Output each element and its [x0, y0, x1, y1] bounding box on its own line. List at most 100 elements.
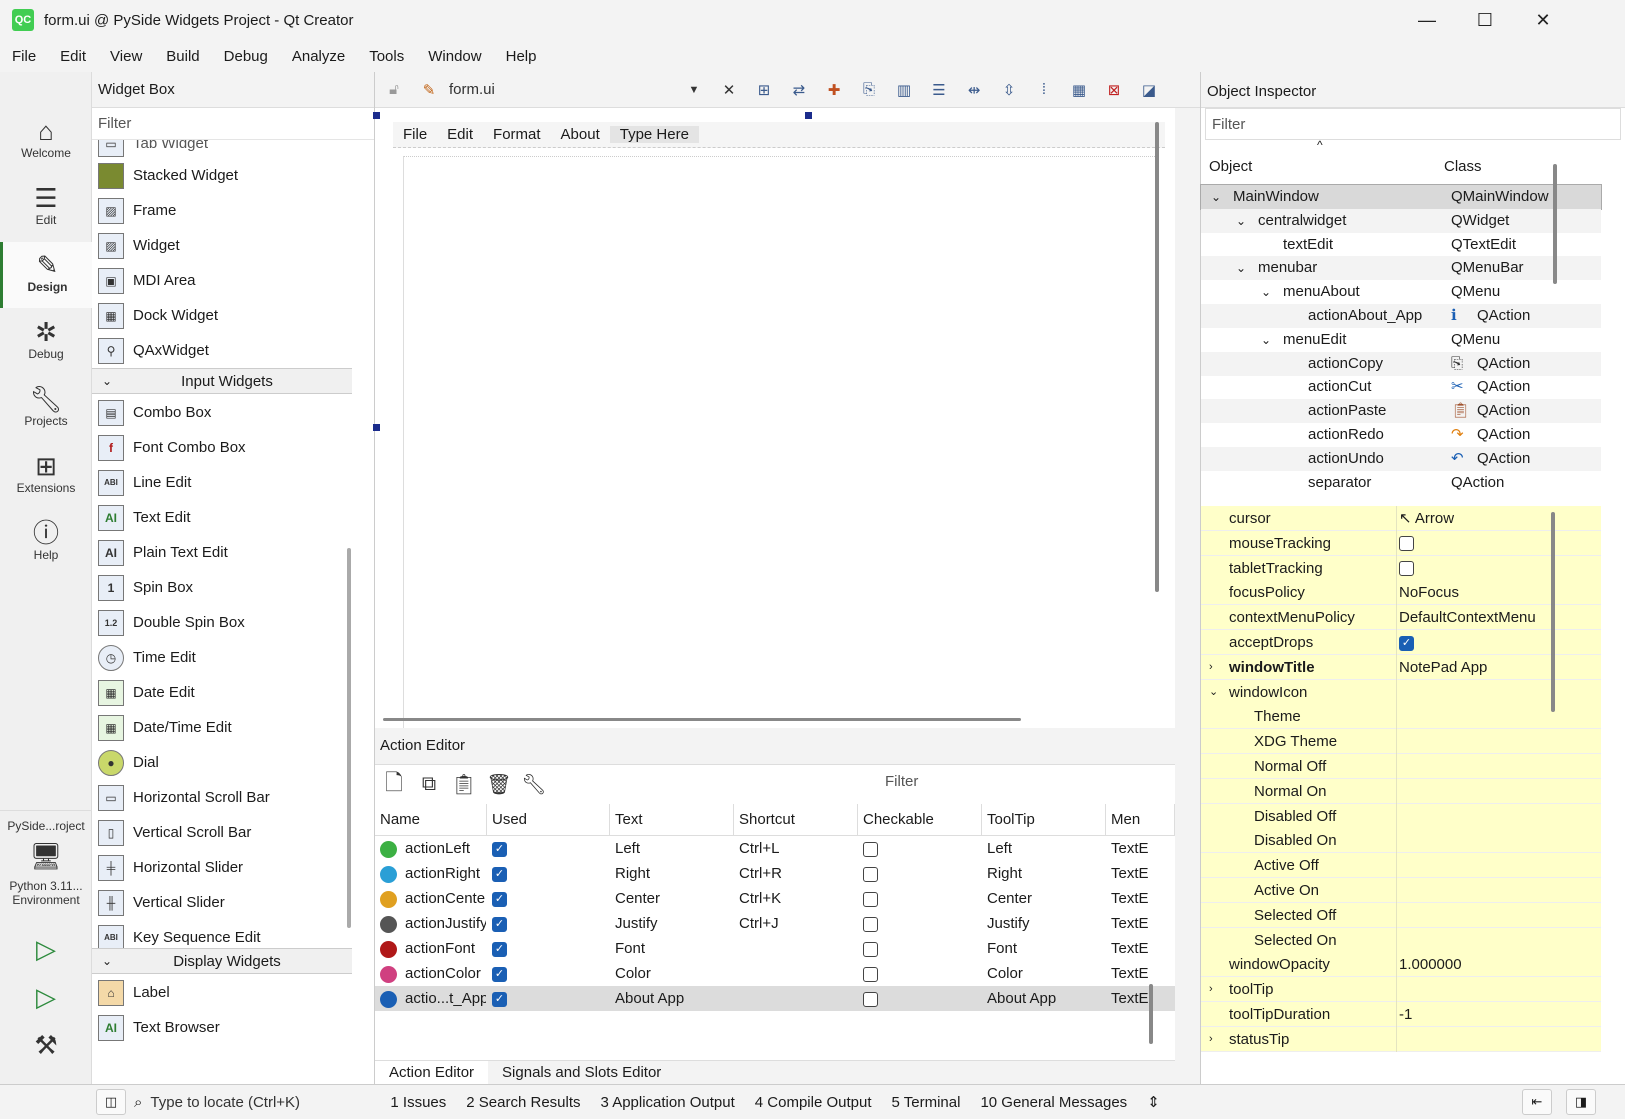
property-value[interactable] [1396, 630, 1606, 655]
action-editor-filter-input[interactable]: Filter [885, 773, 918, 790]
property-value[interactable] [1396, 530, 1606, 556]
object-tree-scrollbar[interactable] [1553, 164, 1557, 284]
menu-file[interactable]: File [0, 48, 48, 65]
object-tree-row[interactable]: actionCopy ⎘ QAction [1201, 351, 1601, 376]
column-header-tooltip[interactable]: ToolTip [982, 804, 1106, 836]
object-tree-row[interactable]: ⌄ menuAbout QMenu [1201, 280, 1601, 304]
chevron-down-icon[interactable]: ⌄ [1236, 209, 1246, 233]
chevron-down-icon[interactable]: ▼ [679, 76, 709, 104]
property-row[interactable]: XDG Theme [1201, 729, 1601, 755]
form-editor-canvas[interactable]: File Edit Format About Type Here [373, 108, 1175, 728]
property-row[interactable]: windowOpacity 1.000000 [1201, 952, 1601, 978]
checkable-checkbox[interactable] [863, 866, 878, 882]
menu-analyze[interactable]: Analyze [280, 48, 357, 65]
selection-handle[interactable] [805, 112, 812, 119]
mode-edit[interactable]: ☰ Edit [0, 183, 92, 245]
form-menu-file[interactable]: File [393, 126, 437, 143]
column-header-checkable[interactable]: Checkable [858, 804, 982, 836]
close-document-button[interactable]: ✕ [714, 76, 744, 104]
widget-item-plain-text-edit[interactable]: AI Plain Text Edit [98, 535, 228, 570]
property-value[interactable]: NotePad App [1396, 654, 1606, 680]
debug-run-button[interactable]: ▷ [0, 982, 92, 1018]
open-document-combo[interactable]: form.ui [449, 81, 679, 98]
layout-form-icon[interactable]: ⁞ [1029, 76, 1059, 104]
column-header-used[interactable]: Used [487, 804, 610, 836]
property-row[interactable]: Normal On [1201, 778, 1601, 804]
object-tree-row[interactable]: ⌄ menuEdit QMenu [1201, 328, 1601, 352]
new-action-icon[interactable]: 🗋︎ [379, 770, 409, 799]
pane-search-results[interactable]: 2 Search Results [466, 1094, 580, 1111]
property-row[interactable]: toolTipDuration -1 [1201, 1002, 1601, 1027]
property-value[interactable] [1396, 803, 1606, 829]
form-horizontal-scrollbar[interactable] [383, 718, 1021, 721]
widget-item-line-edit[interactable]: ABI Line Edit [98, 465, 191, 500]
chevron-down-icon[interactable]: ⌄ [1209, 680, 1218, 705]
property-value[interactable] [1396, 1026, 1606, 1052]
property-row[interactable]: Disabled Off [1201, 803, 1601, 829]
property-value[interactable]: -1 [1396, 1002, 1606, 1027]
pane-compile-output[interactable]: 4 Compile Output [755, 1094, 872, 1111]
chevron-right-icon[interactable]: › [1209, 977, 1213, 1002]
property-checkbox[interactable] [1399, 561, 1414, 577]
property-value[interactable] [1396, 704, 1606, 730]
widget-item-qaxwidget[interactable]: ⚲ QAxWidget [98, 333, 209, 368]
column-header-menu[interactable]: Men [1106, 804, 1175, 836]
property-row[interactable]: Active Off [1201, 853, 1601, 879]
form-menu-edit[interactable]: Edit [437, 126, 483, 143]
property-row[interactable]: cursor ↖ Arrow [1201, 506, 1601, 531]
property-value[interactable] [1396, 878, 1606, 903]
property-value[interactable] [1396, 679, 1606, 705]
category-input-widgets[interactable]: ⌄ Input Widgets [92, 368, 352, 394]
chevron-right-icon[interactable]: › [1209, 655, 1213, 680]
object-tree-row[interactable]: actionAbout_App ℹ QAction [1201, 304, 1601, 328]
action-row[interactable]: actionFont Font Font TextE [375, 936, 1175, 961]
layout-h-splitter-icon[interactable]: ⇹ [959, 76, 989, 104]
selection-handle[interactable] [373, 424, 380, 431]
object-tree-row[interactable]: actionRedo ↷ QAction [1201, 423, 1601, 447]
checkable-checkbox[interactable] [863, 941, 878, 957]
selection-handle[interactable] [373, 112, 380, 119]
property-row[interactable]: Selected On [1201, 927, 1601, 953]
mode-debug[interactable]: ✲ Debug [0, 317, 92, 379]
checkable-checkbox[interactable] [863, 991, 878, 1007]
action-table-scrollbar[interactable] [1149, 984, 1153, 1044]
mode-projects[interactable]: 🔧︎ Projects [0, 384, 92, 446]
chevron-down-icon[interactable]: ⌄ [1236, 256, 1246, 280]
widget-item-combo-box[interactable]: ▤ Combo Box [98, 395, 211, 430]
object-tree-row[interactable]: actionUndo ↶ QAction [1201, 446, 1601, 471]
property-row[interactable]: › statusTip [1201, 1026, 1601, 1052]
object-tree-row[interactable]: textEdit QTextEdit [1201, 233, 1601, 257]
menu-tools[interactable]: Tools [357, 48, 416, 65]
widget-item-frame[interactable]: ▨ Frame [98, 193, 176, 228]
mode-extensions[interactable]: ⊞ Extensions [0, 451, 92, 513]
tab-action-editor[interactable]: Action Editor [375, 1061, 489, 1084]
progress-details-button[interactable]: ⇤ [1522, 1089, 1552, 1115]
run-button[interactable]: ▷ [0, 934, 92, 970]
action-row[interactable]: actionRight Right Ctrl+R Right TextE [375, 861, 1175, 886]
checkable-checkbox[interactable] [863, 966, 878, 982]
tab-signals-slots-editor[interactable]: Signals and Slots Editor [488, 1061, 675, 1084]
build-button[interactable]: ⚒ [0, 1030, 92, 1066]
form-vertical-scrollbar[interactable] [1155, 122, 1159, 592]
used-checkbox[interactable] [492, 916, 507, 932]
widget-item-horizontal-slider[interactable]: ╪ Horizontal Slider [98, 850, 243, 885]
widget-item-vertical-scroll-bar[interactable]: ▯ Vertical Scroll Bar [98, 815, 251, 850]
property-value[interactable]: DefaultContextMenu [1396, 605, 1606, 631]
mode-welcome[interactable]: ⌂ Welcome [0, 116, 92, 178]
property-value[interactable]: NoFocus [1396, 580, 1606, 606]
chevron-right-icon[interactable]: › [1209, 1027, 1213, 1052]
chevron-down-icon[interactable]: ⌄ [1261, 280, 1271, 304]
property-value[interactable]: ↖ Arrow [1396, 506, 1606, 531]
edit-widgets-icon[interactable]: ⊞ [749, 76, 779, 104]
property-row[interactable]: Selected Off [1201, 902, 1601, 928]
used-checkbox[interactable] [492, 991, 507, 1007]
widget-box-filter-input[interactable]: Filter [92, 108, 374, 140]
widget-item-dock-widget[interactable]: ▦ Dock Widget [98, 298, 218, 333]
form-menu-about[interactable]: About [551, 126, 610, 143]
menu-window[interactable]: Window [416, 48, 493, 65]
pane-terminal[interactable]: 5 Terminal [892, 1094, 961, 1111]
menu-help[interactable]: Help [494, 48, 549, 65]
property-value[interactable] [1396, 778, 1606, 804]
property-value[interactable]: 1.000000 [1396, 952, 1606, 978]
widget-item-double-spin-box[interactable]: 1.2 Double Spin Box [98, 605, 245, 640]
